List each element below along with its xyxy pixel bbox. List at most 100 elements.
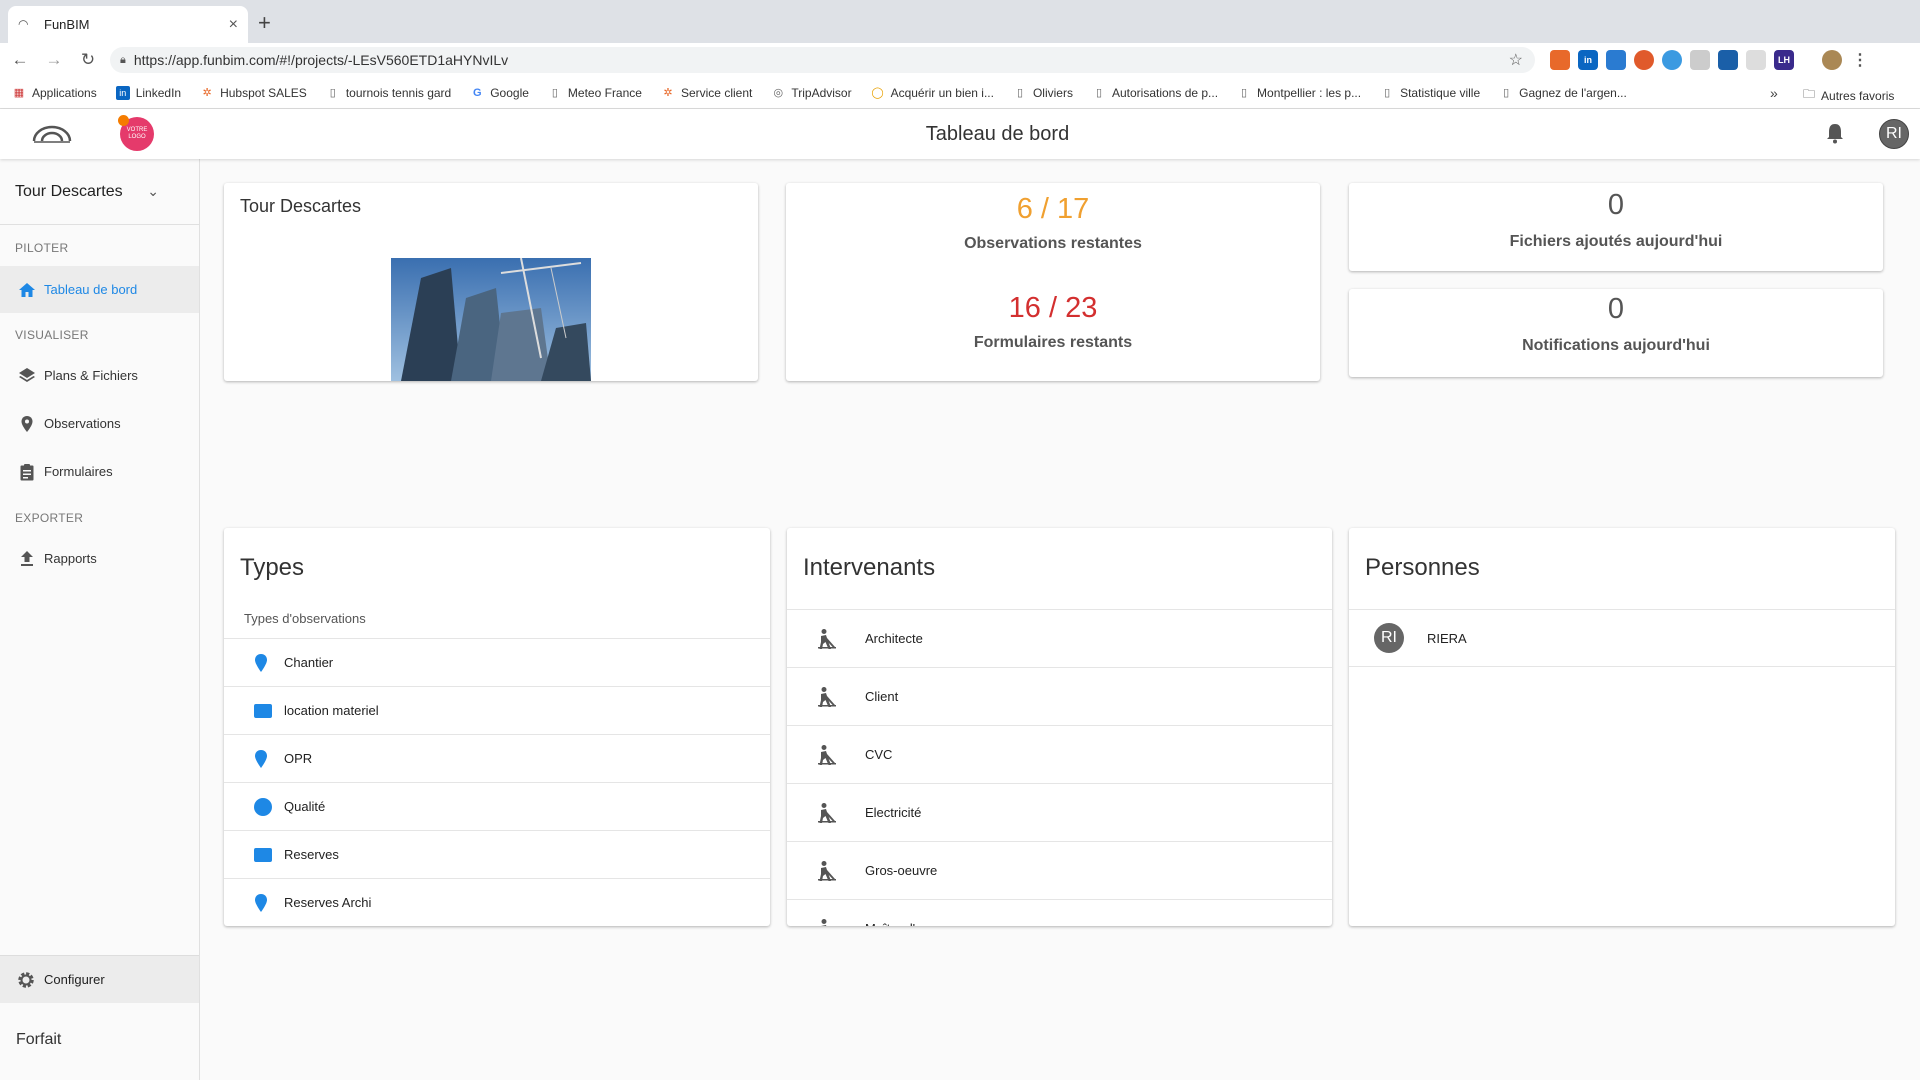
bookmark-service-client[interactable]: ✲ Service client [661, 86, 752, 100]
bookmark-gagnez[interactable]: ▯ Gagnez de l'argen... [1499, 86, 1627, 100]
ext-icon[interactable] [1690, 50, 1710, 70]
bookmark-meteo[interactable]: ▯ Meteo France [548, 86, 642, 100]
page-icon: ▯ [1095, 87, 1103, 99]
bookmark-acquerir[interactable]: ◯ Acquérir un bien i... [871, 86, 994, 100]
worker-icon [787, 628, 865, 650]
type-row[interactable]: Qualité [224, 782, 770, 830]
intervenant-row[interactable]: CVC [787, 725, 1332, 783]
back-icon[interactable]: ← [6, 50, 34, 70]
type-pin-icon [224, 653, 284, 672]
map-pin-icon [21, 415, 33, 432]
intervenant-label: CVC [865, 747, 893, 762]
close-tab-icon[interactable]: × [229, 16, 238, 34]
ext-icon[interactable] [1746, 50, 1766, 70]
bookmark-montpellier[interactable]: ▯ Montpellier : les p... [1237, 86, 1361, 100]
linkedin-ext-icon[interactable]: in [1578, 50, 1598, 70]
bookmark-statistique[interactable]: ▯ Statistique ville [1380, 86, 1480, 100]
layers-icon [19, 367, 35, 382]
sidebar-item-observations[interactable]: Observations [0, 400, 199, 447]
bookmark-google[interactable]: G Google [470, 86, 529, 100]
funbim-favicon-icon: ◠ [18, 16, 29, 31]
address-bar[interactable]: 🔒︎ https://app.funbim.com/#!/projects/-L… [110, 47, 1535, 73]
personnes-title: Personnes [1365, 554, 1480, 581]
bookmarks-bar: ▦ Applications in LinkedIn ✲ Hubspot SALES … [0, 77, 1920, 109]
type-rect-icon [224, 703, 284, 718]
browser-tab-bar: ◠ FunBIM × + [0, 0, 1920, 43]
project-name: Tour Descartes [15, 182, 123, 200]
bookmark-applications[interactable]: ▦ Applications [12, 86, 97, 100]
intervenant-label: Gros-oeuvre [865, 863, 938, 878]
person-initials: RI [1374, 623, 1404, 653]
ext-icon[interactable] [1662, 50, 1682, 70]
page-icon: ▯ [1241, 87, 1248, 99]
files-card: 0 Fichiers ajoutés aujourd'hui [1349, 183, 1883, 271]
chevron-down-icon: ⌄ [147, 183, 159, 199]
profile-icon[interactable] [1822, 50, 1842, 70]
observations-remaining-value: 6 / 17 [1016, 193, 1090, 225]
hubspot-icon: ✲ [663, 87, 673, 99]
menu-kebab-icon[interactable]: ⋮ [1850, 50, 1870, 70]
sidebar-item-dashboard[interactable]: Tableau de bord [0, 266, 199, 313]
intervenant-row[interactable]: Maître d'oeuvre [787, 899, 1332, 926]
user-avatar[interactable]: RI [1879, 119, 1909, 149]
home-icon [19, 282, 35, 297]
folder-icon: 🗀︎ [1803, 87, 1816, 101]
type-row[interactable]: location materiel [224, 686, 770, 734]
sidebar-item-forms[interactable]: Formulaires [0, 448, 199, 495]
bookmark-linkedin[interactable]: in LinkedIn [115, 85, 181, 100]
ext-icon[interactable]: LH [1774, 50, 1794, 70]
worker-icon [787, 744, 865, 766]
person-avatar: RI [1349, 623, 1427, 653]
intervenant-row[interactable]: Gros-oeuvre [787, 841, 1332, 899]
hubspot-ext-icon[interactable] [1550, 50, 1570, 70]
page-title: Tableau de bord [925, 123, 1070, 145]
type-rect-icon [224, 847, 284, 862]
notifications-bell-icon[interactable] [1825, 122, 1845, 144]
person-name: RIERA [1427, 630, 1467, 646]
ext-icon[interactable] [1634, 50, 1654, 70]
section-exporter: EXPORTER [15, 511, 84, 525]
configure-button[interactable]: Configurer [0, 955, 199, 1003]
intervenants-card: Intervenants Architecte Client CVC Electric… [787, 528, 1332, 926]
new-tab-icon[interactable]: + [258, 10, 271, 36]
bookmark-star-icon[interactable]: ☆ [1509, 50, 1523, 70]
google-icon: G [472, 86, 482, 99]
extensions: in LH ⋮ [1550, 50, 1870, 70]
sidebar-item-reports[interactable]: Rapports [0, 535, 199, 582]
reload-icon[interactable]: ↻ [74, 50, 102, 70]
url-text: https://app.funbim.com/#!/projects/-LEsV… [133, 52, 509, 68]
lock-icon: 🔒︎ [120, 53, 126, 66]
bookmark-autorisations[interactable]: ▯ Autorisations de p... [1092, 86, 1218, 100]
ext-icon[interactable] [1606, 50, 1626, 70]
bookmark-oliviers[interactable]: ▯ Oliviers [1013, 86, 1073, 100]
browser-tab[interactable]: ◠ FunBIM × [8, 6, 248, 43]
intervenant-label: Electricité [865, 805, 922, 820]
sidebar: Tour Descartes ⌄ PILOTER Tableau de bord… [0, 159, 200, 1080]
ext-icon[interactable] [1718, 50, 1738, 70]
type-pin-icon [224, 893, 284, 912]
project-card[interactable]: Tour Descartes [224, 183, 758, 381]
type-row[interactable]: Chantier [224, 638, 770, 686]
type-row[interactable]: Reserves [224, 830, 770, 878]
tripadvisor-icon: ◎ [773, 87, 784, 99]
sidebar-item-plans[interactable]: Plans & Fichiers [0, 352, 199, 399]
project-selector[interactable]: Tour Descartes ⌄ [0, 159, 199, 225]
observations-remaining-label: Observations restantes [964, 235, 1142, 252]
type-row[interactable]: OPR [224, 734, 770, 782]
bookmark-tennis[interactable]: ▯ tournois tennis gard [326, 86, 451, 100]
type-row[interactable]: Reserves Archi [224, 878, 770, 926]
files-today-label: Fichiers ajoutés aujourd'hui [1509, 233, 1723, 250]
plan-link[interactable]: Forfait [16, 1031, 61, 1049]
forms-remaining-value: 16 / 23 [1008, 292, 1098, 324]
bookmark-tripadvisor[interactable]: ◎ TripAdvisor [771, 86, 852, 100]
intervenant-row[interactable]: Client [787, 667, 1332, 725]
other-bookmarks[interactable]: 🗀︎ Autres favoris [1803, 85, 1894, 106]
bookmark-hubspot[interactable]: ✲ Hubspot SALES [200, 86, 306, 100]
page-icon: ▯ [329, 87, 336, 99]
more-bookmarks-icon[interactable]: » [1770, 85, 1778, 101]
intervenant-row[interactable]: Architecte [787, 609, 1332, 667]
forward-icon[interactable]: → [40, 50, 68, 70]
person-row[interactable]: RI RIERA [1349, 609, 1895, 667]
clipboard-icon [20, 463, 34, 480]
intervenant-row[interactable]: Electricité [787, 783, 1332, 841]
